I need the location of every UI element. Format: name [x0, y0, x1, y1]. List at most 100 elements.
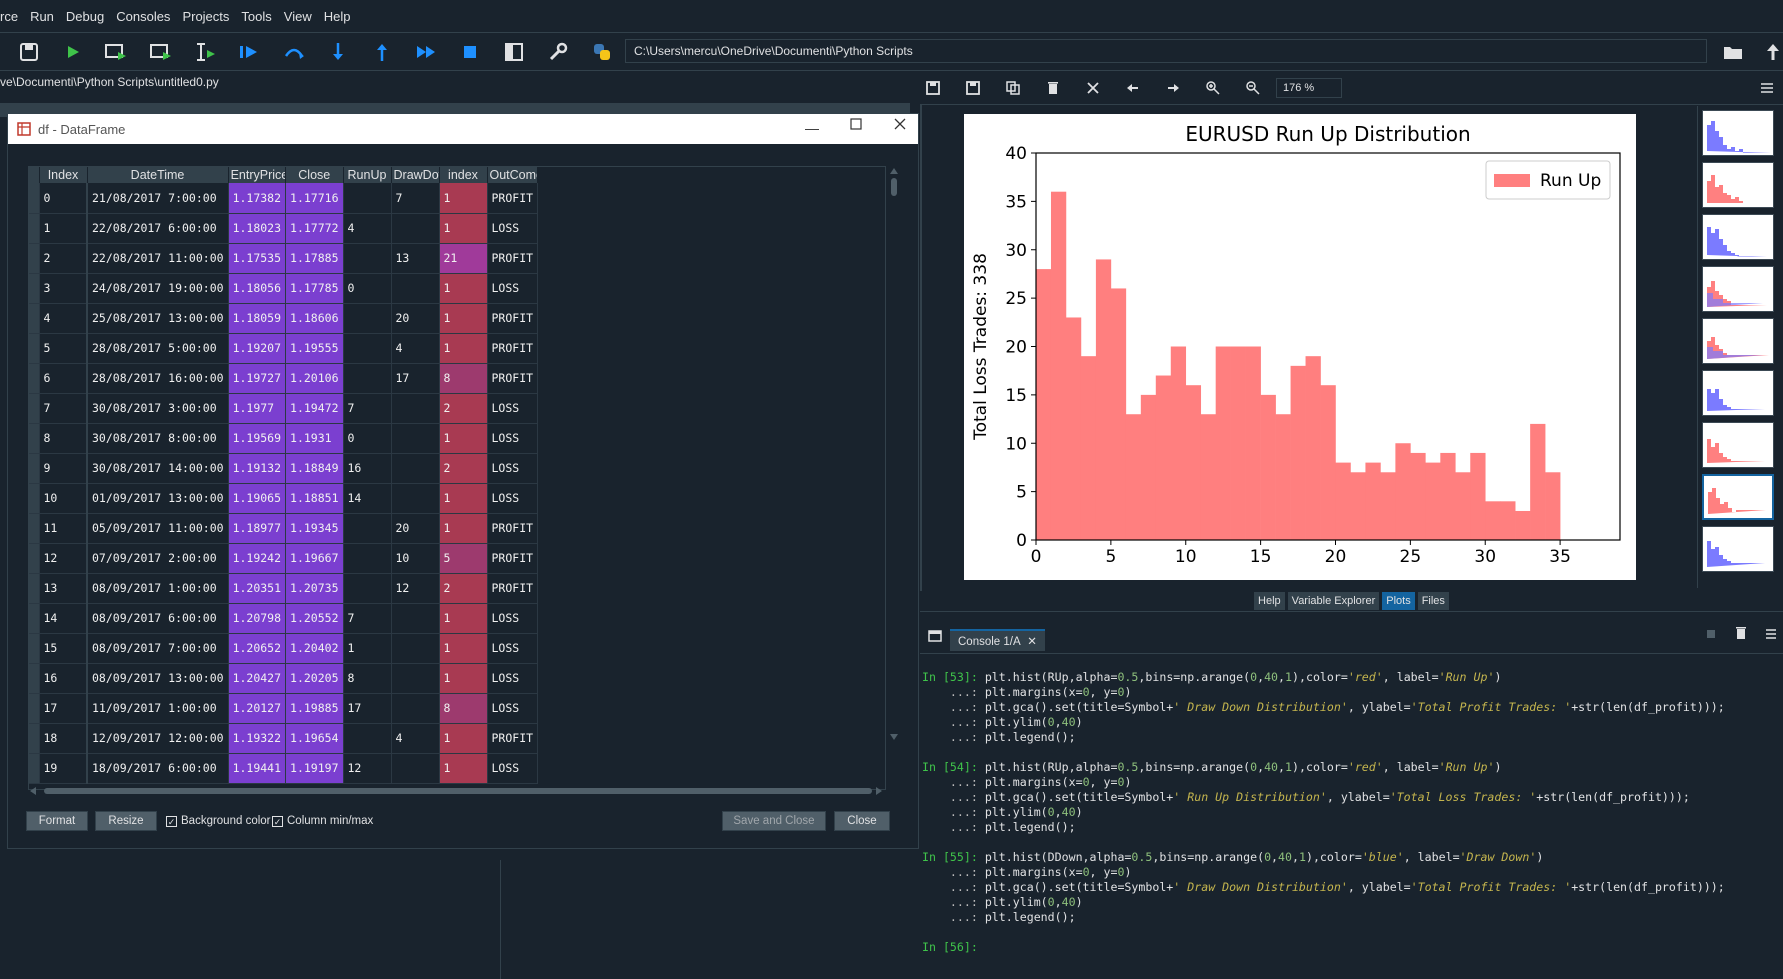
remove-all-plots-icon[interactable]	[1082, 77, 1104, 99]
table-cell[interactable]: 21/08/2017 7:00:00	[87, 183, 229, 214]
table-cell[interactable]: 28/08/2017 5:00:00	[87, 333, 229, 364]
table-cell[interactable]: 2	[439, 573, 488, 604]
row-header[interactable]	[29, 693, 40, 724]
table-cell[interactable]: 1	[439, 213, 488, 244]
next-plot-icon[interactable]	[1162, 77, 1184, 99]
row-header[interactable]	[29, 483, 40, 514]
save-all-icon[interactable]	[18, 41, 40, 63]
table-cell[interactable]	[343, 243, 392, 274]
preferences-icon[interactable]	[547, 41, 569, 63]
table-cell[interactable]: PROFIT	[487, 333, 539, 364]
table-cell[interactable]: 5	[439, 543, 488, 574]
table-cell[interactable]: LOSS	[487, 753, 539, 784]
menu-item-debug[interactable]: Debug	[66, 9, 104, 24]
table-cell[interactable]: 1.20402	[285, 633, 344, 664]
table-cell[interactable]: 3	[39, 273, 88, 304]
table-cell[interactable]	[391, 483, 440, 514]
step-return-icon[interactable]	[371, 41, 393, 63]
table-cell[interactable]: 08/09/2017 6:00:00	[87, 603, 229, 634]
table-cell[interactable]: 1.17885	[285, 243, 344, 274]
table-cell[interactable]: 05/09/2017 11:00:00	[87, 513, 229, 544]
table-cell[interactable]: 19	[39, 753, 88, 784]
table-cell[interactable]: PROFIT	[487, 243, 539, 274]
table-cell[interactable]: 0	[343, 273, 392, 304]
table-cell[interactable]: 1.1977	[228, 393, 287, 424]
table-cell[interactable]: LOSS	[487, 663, 539, 694]
table-cell[interactable]: 1.18056	[228, 273, 287, 304]
table-cell[interactable]: 1	[439, 513, 488, 544]
save-and-close-button[interactable]: Save and Close	[722, 811, 826, 831]
table-cell[interactable]: 9	[39, 453, 88, 484]
table-cell[interactable]	[391, 393, 440, 424]
table-cell[interactable]: 16	[39, 663, 88, 694]
table-cell[interactable]: LOSS	[487, 693, 539, 724]
row-header[interactable]	[29, 573, 40, 604]
table-cell[interactable]: 1.19207	[228, 333, 287, 364]
table-cell[interactable]: LOSS	[487, 603, 539, 634]
stop-icon[interactable]	[459, 41, 481, 63]
table-cell[interactable]: 1.17772	[285, 213, 344, 244]
table-cell[interactable]: 13	[39, 573, 88, 604]
row-header[interactable]	[29, 333, 40, 364]
menu-item-consoles[interactable]: Consoles	[116, 9, 170, 24]
column-header[interactable]: index	[439, 167, 488, 183]
menu-item-rce[interactable]: rce	[0, 9, 18, 24]
table-cell[interactable]: 6	[39, 363, 88, 394]
table-cell[interactable]: 25/08/2017 13:00:00	[87, 303, 229, 334]
table-cell[interactable]: 4	[39, 303, 88, 334]
table-cell[interactable]: 0	[343, 423, 392, 454]
table-cell[interactable]: 1	[343, 633, 392, 664]
table-cell[interactable]: 1.17716	[285, 183, 344, 214]
plot-thumbnail[interactable]	[1702, 214, 1774, 260]
table-cell[interactable]	[391, 603, 440, 634]
row-header[interactable]	[29, 363, 40, 394]
table-cell[interactable]: LOSS	[487, 423, 539, 454]
parent-directory-icon[interactable]	[1762, 41, 1783, 63]
table-cell[interactable]: 1.20798	[228, 603, 287, 634]
table-cell[interactable]: 1.19441	[228, 753, 287, 784]
table-cell[interactable]: 11/09/2017 1:00:00	[87, 693, 229, 724]
minimize-icon[interactable]: —	[805, 120, 819, 136]
table-cell[interactable]: 01/09/2017 13:00:00	[87, 483, 229, 514]
table-cell[interactable]: 1.1931	[285, 423, 344, 454]
table-cell[interactable]: 7	[39, 393, 88, 424]
table-cell[interactable]: 20	[391, 303, 440, 334]
resize-button[interactable]: Resize	[95, 811, 157, 831]
table-cell[interactable]: PROFIT	[487, 573, 539, 604]
table-cell[interactable]: 1.19065	[228, 483, 287, 514]
table-cell[interactable]: 1.19569	[228, 423, 287, 454]
table-cell[interactable]: 8	[39, 423, 88, 454]
column-header[interactable]: EntryPrice	[228, 167, 287, 183]
table-cell[interactable]: 17	[39, 693, 88, 724]
options-menu-icon[interactable]	[1756, 77, 1778, 99]
menu-item-run[interactable]: Run	[30, 9, 54, 24]
table-cell[interactable]	[391, 633, 440, 664]
table-cell[interactable]: 7	[343, 393, 392, 424]
table-cell[interactable]: 18	[39, 723, 88, 754]
table-cell[interactable]: 4	[343, 213, 392, 244]
table-cell[interactable]: 8	[439, 363, 488, 394]
dialog-titlebar[interactable]: df - DataFrame —	[8, 114, 918, 144]
plot-thumbnail[interactable]	[1702, 110, 1774, 156]
column-minmax-checkbox[interactable]: ✓ Column min/max	[272, 815, 373, 827]
table-cell[interactable]: 1	[439, 273, 488, 304]
run-icon[interactable]	[62, 41, 84, 63]
console-options-icon[interactable]	[928, 630, 942, 645]
table-cell[interactable]: 30/08/2017 3:00:00	[87, 393, 229, 424]
table-cell[interactable]: PROFIT	[487, 363, 539, 394]
run-selection-icon[interactable]	[195, 41, 217, 63]
table-cell[interactable]: 2	[39, 243, 88, 274]
browse-folder-icon[interactable]	[1722, 41, 1744, 63]
table-cell[interactable]: 1	[439, 423, 488, 454]
tab-plots[interactable]: Plots	[1382, 591, 1415, 610]
table-cell[interactable]: 5	[39, 333, 88, 364]
table-cell[interactable]: LOSS	[487, 483, 539, 514]
plot-thumbnail[interactable]	[1702, 162, 1774, 208]
table-cell[interactable]	[343, 333, 392, 364]
table-cell[interactable]: 14	[39, 603, 88, 634]
plot-thumbnail[interactable]	[1702, 266, 1774, 312]
menu-item-projects[interactable]: Projects	[182, 9, 229, 24]
stop-kernel-icon[interactable]	[1706, 628, 1716, 642]
row-header[interactable]	[29, 633, 40, 664]
table-cell[interactable]: LOSS	[487, 273, 539, 304]
